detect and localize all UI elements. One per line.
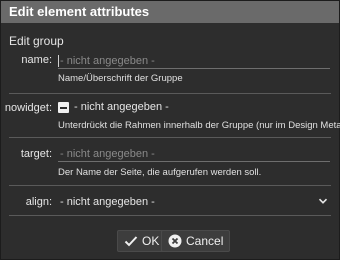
- target-hint: Der Name der Seite, die aufgerufen werde…: [58, 167, 262, 178]
- align-select[interactable]: - nicht angegeben -: [58, 194, 330, 210]
- cancel-button[interactable]: Cancel: [161, 230, 231, 252]
- ok-button-label: OK: [142, 234, 160, 248]
- nowidget-hint: Unterdrückt die Rahmen innerhalb der Gru…: [58, 120, 340, 131]
- name-input[interactable]: [58, 53, 330, 69]
- separator: [9, 215, 331, 216]
- separator: [9, 185, 331, 186]
- target-label: target:: [20, 148, 52, 160]
- align-selected-value: - nicht angegeben -: [60, 196, 155, 208]
- checkmark-icon: [124, 236, 138, 247]
- name-label: name:: [21, 54, 52, 66]
- target-input[interactable]: [58, 146, 330, 162]
- align-label: align:: [25, 196, 52, 208]
- name-hint: Name/Überschrift der Gruppe: [58, 73, 183, 84]
- cancel-circle-icon: [168, 234, 182, 248]
- text-caret: [58, 55, 59, 67]
- chevron-down-icon: [318, 198, 328, 204]
- edit-attributes-dialog: Edit element attributes Edit group name:…: [0, 0, 340, 260]
- nowidget-label: nowidget:: [4, 102, 52, 114]
- separator: [9, 137, 331, 138]
- dialog-title[interactable]: Edit element attributes: [1, 1, 339, 23]
- nowidget-checkbox[interactable]: [58, 102, 69, 113]
- separator: [9, 93, 331, 94]
- cancel-button-label: Cancel: [186, 234, 224, 248]
- group-title: Edit group: [9, 34, 64, 48]
- nowidget-value: - nicht angegeben -: [74, 101, 169, 113]
- ok-button[interactable]: OK: [117, 230, 167, 252]
